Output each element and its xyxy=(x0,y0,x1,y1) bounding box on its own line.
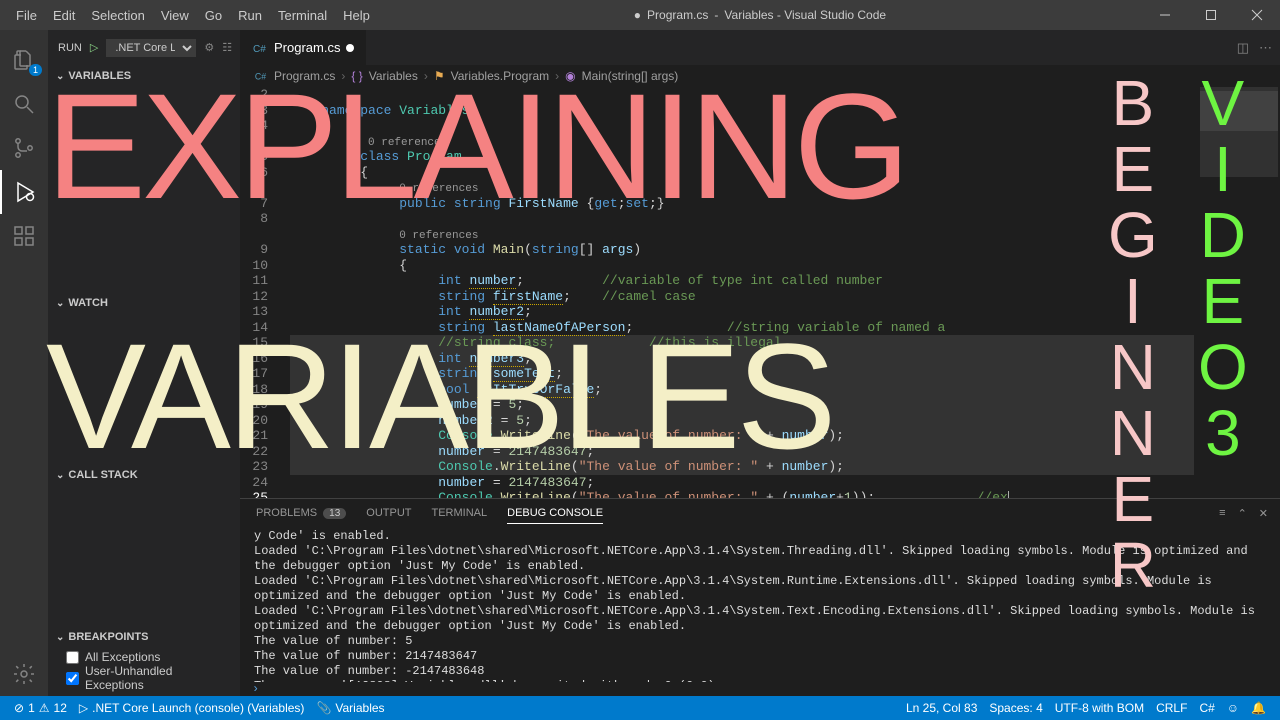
bp-user-exceptions[interactable]: User-Unhandled Exceptions xyxy=(66,664,222,692)
eol-status[interactable]: CRLF xyxy=(1150,701,1193,715)
section-watch[interactable]: ⌄WATCH xyxy=(48,292,240,314)
run-label: RUN xyxy=(58,42,82,54)
section-breakpoints[interactable]: ⌄BREAKPOINTS xyxy=(48,626,240,648)
split-editor-icon[interactable]: ◫ xyxy=(1237,40,1249,56)
run-sidebar: RUN ▷ .NET Core Laun ⚙ ☷ ⌄VARIABLES ⌄WAT… xyxy=(48,30,240,696)
status-bar: ⊘ 1 ⚠ 12 ▷ .NET Core Launch (console) (V… xyxy=(0,696,1280,720)
breakpoints-list: All Exceptions User-Unhandled Exceptions xyxy=(48,648,240,696)
encoding-status[interactable]: UTF-8 with BOM xyxy=(1049,701,1150,715)
maximize-button[interactable] xyxy=(1188,0,1234,30)
csharp-file-icon: C# xyxy=(252,40,268,56)
tab-debug-console[interactable]: DEBUG CONSOLE xyxy=(507,507,603,524)
activity-bar: 1 xyxy=(0,30,48,696)
tab-output[interactable]: OUTPUT xyxy=(366,507,411,519)
indentation-status[interactable]: Spaces: 4 xyxy=(983,701,1048,715)
title-sep: - xyxy=(714,8,718,22)
code-editor[interactable]: 2345678910111213141516171819202122232425… xyxy=(240,87,1280,498)
menu-bar: FileEditSelectionViewGoRunTerminalHelp xyxy=(0,8,378,23)
title-file: Program.cs xyxy=(647,8,708,22)
menu-help[interactable]: Help xyxy=(335,8,378,23)
code-lines: namespace Variables { 0 references class… xyxy=(290,87,1266,498)
clear-console-icon[interactable]: ≡ xyxy=(1219,507,1225,520)
titlebar: FileEditSelectionViewGoRunTerminalHelp ●… xyxy=(0,0,1280,30)
bottom-panel-tabs: PROBLEMS13 OUTPUT TERMINAL DEBUG CONSOLE… xyxy=(240,499,1280,527)
line-gutter: 2345678910111213141516171819202122232425… xyxy=(240,87,284,498)
menu-file[interactable]: File xyxy=(8,8,45,23)
breadcrumb[interactable]: C# Program.cs› { }Variables› ⚑Variables.… xyxy=(240,65,1280,87)
section-variables[interactable]: ⌄VARIABLES xyxy=(48,65,240,87)
bottom-panel: PROBLEMS13 OUTPUT TERMINAL DEBUG CONSOLE… xyxy=(240,498,1280,696)
window-title: ● Program.cs - Variables - Visual Studio… xyxy=(378,8,1142,22)
minimap[interactable] xyxy=(1194,87,1280,498)
start-debug-button[interactable]: ▷ xyxy=(90,41,98,54)
tab-program-cs[interactable]: C# Program.cs xyxy=(240,30,367,65)
menu-selection[interactable]: Selection xyxy=(83,8,152,23)
explorer-icon[interactable]: 1 xyxy=(0,38,48,82)
launch-settings-icon[interactable]: ⚙ xyxy=(204,41,214,54)
explorer-badge: 1 xyxy=(29,64,42,76)
tab-terminal[interactable]: TERMINAL xyxy=(432,507,488,519)
menu-view[interactable]: View xyxy=(153,8,197,23)
title-app: Variables - Visual Studio Code xyxy=(724,8,886,22)
menu-terminal[interactable]: Terminal xyxy=(270,8,335,23)
editor-tabs: C# Program.cs ◫ ⋯ xyxy=(240,30,1280,65)
more-actions-icon[interactable]: ⋯ xyxy=(1259,40,1272,56)
launch-config-status[interactable]: ▷ .NET Core Launch (console) (Variables) xyxy=(73,701,311,715)
cursor-position[interactable]: Ln 25, Col 83 xyxy=(900,701,983,715)
source-control-icon[interactable] xyxy=(0,126,48,170)
pinned-status[interactable]: 📎 Variables xyxy=(310,701,390,715)
language-status[interactable]: C# xyxy=(1193,701,1220,715)
run-debug-icon[interactable] xyxy=(0,170,48,214)
debug-console-input[interactable]: › xyxy=(240,682,1280,696)
csharp-file-icon: C# xyxy=(254,69,268,83)
svg-text:C#: C# xyxy=(253,44,266,55)
notifications-icon[interactable]: 🔔 xyxy=(1245,701,1272,715)
menu-go[interactable]: Go xyxy=(197,8,230,23)
menu-edit[interactable]: Edit xyxy=(45,8,83,23)
launch-config-select[interactable]: .NET Core Laun xyxy=(106,39,196,57)
panel-close-icon[interactable]: ✕ xyxy=(1259,507,1268,520)
svg-text:C#: C# xyxy=(255,71,266,81)
minimize-button[interactable] xyxy=(1142,0,1188,30)
dirty-dot: ● xyxy=(634,8,641,22)
section-callstack[interactable]: ⌄CALL STACK xyxy=(48,464,240,486)
feedback-icon[interactable]: ☺ xyxy=(1221,701,1245,715)
tab-label: Program.cs xyxy=(274,40,340,55)
dirty-indicator xyxy=(346,44,354,52)
problems-status[interactable]: ⊘ 1 ⚠ 12 xyxy=(8,701,73,715)
debug-console-output[interactable]: y Code' is enabled.Loaded 'C:\Program Fi… xyxy=(240,527,1280,682)
extensions-icon[interactable] xyxy=(0,214,48,258)
settings-gear-icon[interactable] xyxy=(0,652,48,696)
search-icon[interactable] xyxy=(0,82,48,126)
editor-area: C# Program.cs ◫ ⋯ C# Program.cs› { }Vari… xyxy=(240,30,1280,696)
run-toolbar: RUN ▷ .NET Core Laun ⚙ ☷ xyxy=(48,30,240,65)
panel-maximize-icon[interactable]: ⌃ xyxy=(1238,507,1247,520)
menu-run[interactable]: Run xyxy=(230,8,270,23)
tab-problems[interactable]: PROBLEMS13 xyxy=(256,507,346,519)
bp-all-exceptions[interactable]: All Exceptions xyxy=(66,650,222,664)
close-button[interactable] xyxy=(1234,0,1280,30)
debug-views-icon[interactable]: ☷ xyxy=(222,41,232,54)
